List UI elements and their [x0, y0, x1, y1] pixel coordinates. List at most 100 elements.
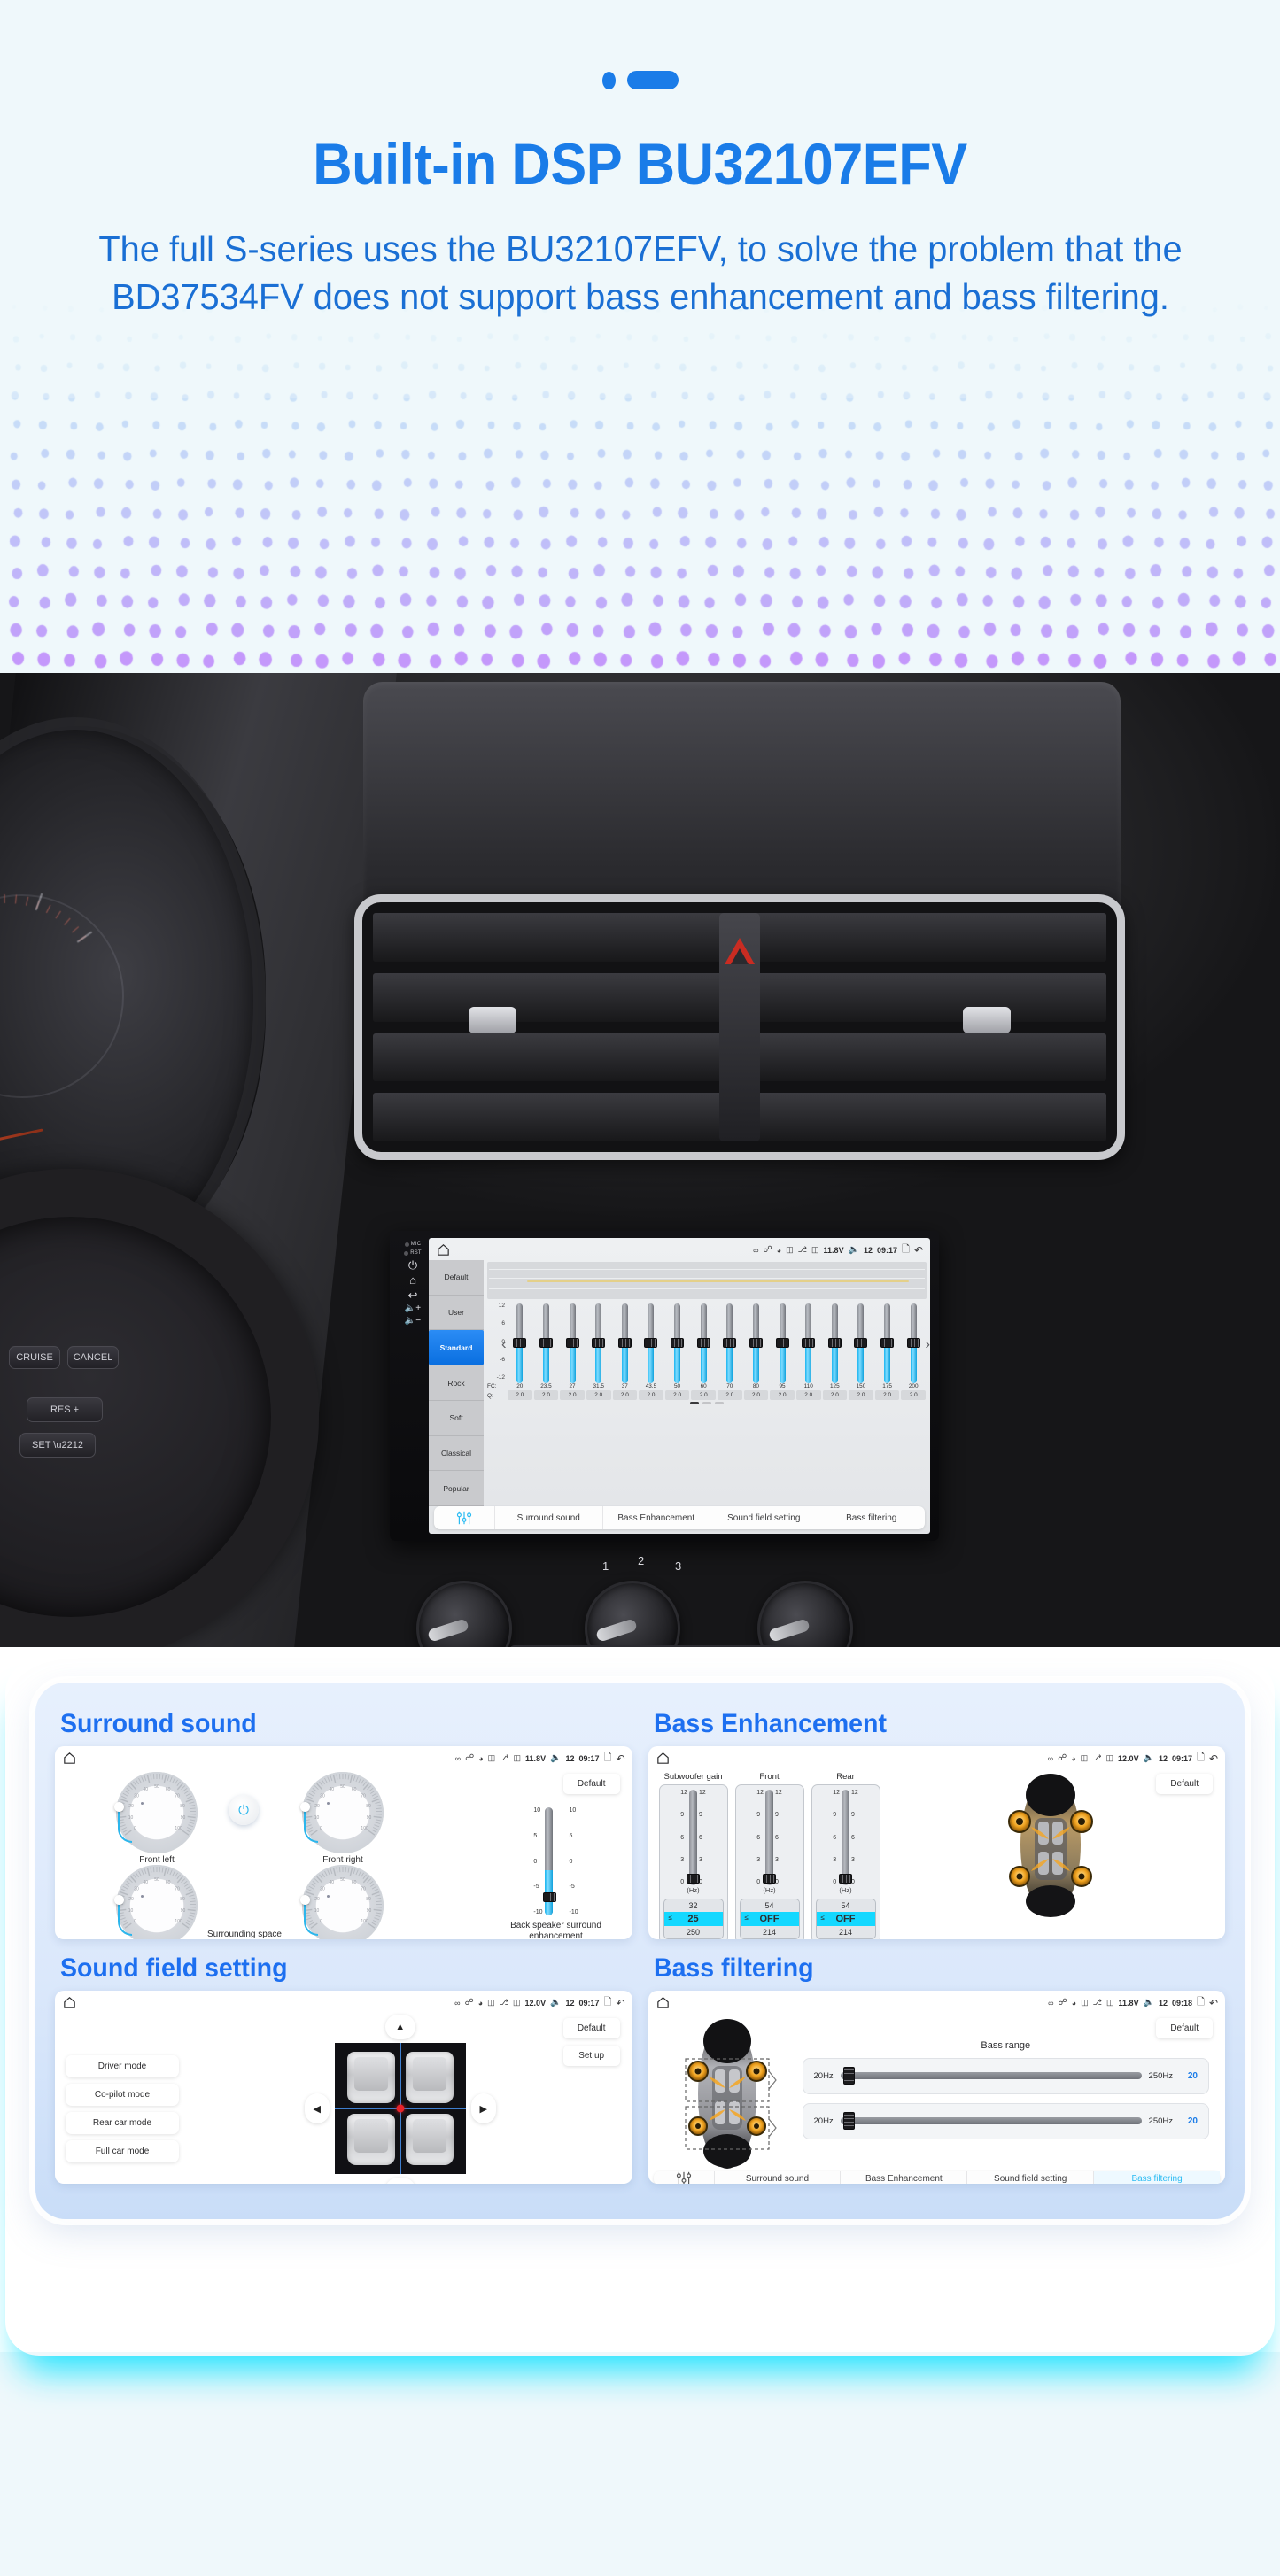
home-icon[interactable]	[62, 1751, 77, 1766]
eq-preset-rock[interactable]: Rock	[429, 1365, 484, 1401]
eq-band-37[interactable]	[612, 1303, 639, 1383]
mode-button-3[interactable]: Full car mode	[66, 2139, 179, 2162]
recent-apps-icon[interactable]: 🗋	[902, 1242, 910, 1258]
eq-slider-thumb[interactable]	[671, 1337, 685, 1348]
equalizer-sliders[interactable]: 12 6 0 -6 -12 ‹ ›	[487, 1302, 930, 1383]
value-lower[interactable]: 214	[817, 1926, 875, 1938]
back-icon[interactable]: ↶	[616, 1997, 624, 2009]
eq-slider[interactable]	[565, 1303, 579, 1383]
value-lower[interactable]: 250	[664, 1926, 723, 1938]
eq-band-43.5[interactable]	[638, 1303, 664, 1383]
equalizer-icon[interactable]	[654, 2171, 714, 2184]
eq-preset-classical[interactable]: Classical	[429, 1436, 484, 1472]
slider-track[interactable]	[687, 1790, 700, 1885]
front-bass-range-slider[interactable]: 20Hz 250Hz 20	[802, 2057, 1209, 2094]
eq-band-60[interactable]	[690, 1303, 717, 1383]
rear-values[interactable]: 54 ≤ OFF 214	[815, 1899, 876, 1939]
meter-thumb[interactable]	[542, 1891, 556, 1902]
ac-mode-knob[interactable]	[757, 1581, 853, 1647]
back-button[interactable]: ↩	[408, 1289, 418, 1301]
eq-slider[interactable]	[513, 1303, 527, 1383]
rear-bass-range-slider[interactable]: 20Hz 250Hz 20	[802, 2102, 1209, 2139]
eq-prev-page-arrow[interactable]: ‹	[501, 1335, 507, 1353]
eq-preset-user[interactable]: User	[429, 1296, 484, 1331]
eq-slider-thumb[interactable]	[723, 1337, 737, 1348]
eq-q-value[interactable]: 2.0	[508, 1390, 532, 1400]
value-selected[interactable]: ≤25	[663, 1912, 723, 1926]
slider-thumb[interactable]	[843, 2112, 856, 2130]
back-left-knob[interactable]: 0 10 20 30 40 50 60 70 80 90 100	[114, 1865, 198, 1939]
eq-preset-standard[interactable]: Standard	[429, 1330, 484, 1366]
default-button[interactable]: Default	[1156, 1774, 1213, 1794]
tab-bass-enhancement[interactable]: Bass Enhancement	[840, 2171, 966, 2184]
eq-q-value[interactable]: 2.0	[664, 1390, 690, 1400]
slider-thumb[interactable]	[843, 2067, 856, 2085]
pad-right-arrow[interactable]: ▶	[470, 2093, 496, 2123]
eq-q-value[interactable]: 2.0	[639, 1390, 663, 1400]
page-indicator[interactable]	[487, 1402, 927, 1404]
eq-band-31.5[interactable]	[586, 1303, 612, 1383]
eq-slider-thumb[interactable]	[854, 1337, 868, 1348]
front-left-knob[interactable]: 0 10 20 30 40 50 60 70 80 90 100	[114, 1772, 198, 1853]
default-button[interactable]: Default	[1156, 2018, 1213, 2038]
eq-slider-thumb[interactable]	[565, 1337, 579, 1348]
volume-down-button[interactable]: 🔈−	[405, 1317, 421, 1326]
eq-q-value[interactable]: 2.0	[586, 1390, 611, 1400]
eq-band-50[interactable]	[664, 1303, 691, 1383]
eq-slider-thumb[interactable]	[880, 1337, 895, 1348]
eq-slider[interactable]	[802, 1303, 816, 1383]
eq-band-95[interactable]	[769, 1303, 795, 1383]
tab-bass-filtering[interactable]: Bass filtering	[817, 1506, 926, 1529]
recent-apps-icon[interactable]: 🗋	[604, 1750, 612, 1767]
eq-slider[interactable]	[723, 1303, 737, 1383]
front-values[interactable]: 54 ≤ OFF 214	[739, 1899, 800, 1939]
eq-slider-thumb[interactable]	[644, 1337, 658, 1348]
tab-bass-enhancement[interactable]: Bass Enhancement	[601, 1506, 710, 1529]
rear-slider[interactable]: 12 9 6 3 0 12 9 6 3 0	[816, 1790, 876, 1885]
home-icon[interactable]	[656, 1751, 671, 1766]
eq-q-value[interactable]: 2.0	[901, 1390, 926, 1400]
back-icon[interactable]: ↶	[914, 1244, 923, 1257]
eq-q-value[interactable]: 2.0	[770, 1390, 795, 1400]
eq-q-value[interactable]: 2.0	[795, 1390, 821, 1400]
eq-preset-default[interactable]: Default	[429, 1260, 484, 1296]
pad-up-arrow[interactable]: ▲	[384, 2015, 415, 2039]
eq-slider[interactable]	[880, 1303, 895, 1383]
sound-field-position-pad[interactable]	[334, 2043, 466, 2174]
mode-button-0[interactable]: Driver mode	[66, 2054, 179, 2077]
eq-band-70[interactable]	[717, 1303, 743, 1383]
equalizer-icon[interactable]	[434, 1511, 494, 1525]
back-icon[interactable]: ↶	[616, 1752, 624, 1765]
setup-button[interactable]: Set up	[562, 2046, 620, 2066]
eq-q-value[interactable]: 2.0	[849, 1390, 873, 1400]
value-lower[interactable]: 214	[741, 1926, 799, 1938]
back-right-knob[interactable]: 0 10 20 30 40 50 60 70 80 90 100	[300, 1865, 384, 1939]
home-icon[interactable]	[436, 1242, 451, 1257]
eq-slider[interactable]	[644, 1303, 658, 1383]
recent-apps-icon[interactable]: 🗋	[604, 1994, 612, 2011]
vent-knob-left[interactable]	[469, 1007, 516, 1033]
eq-next-page-arrow[interactable]: ›	[925, 1335, 930, 1353]
eq-band-20[interactable]	[507, 1303, 533, 1383]
default-button[interactable]: Default	[562, 1774, 620, 1794]
eq-preset-soft[interactable]: Soft	[429, 1401, 484, 1436]
eq-q-value[interactable]: 2.0	[560, 1390, 585, 1400]
eq-q-value[interactable]: 2.0	[822, 1390, 848, 1400]
recent-apps-icon[interactable]: 🗋	[1197, 1750, 1205, 1767]
slider-track[interactable]	[840, 2067, 1142, 2085]
eq-slider[interactable]	[749, 1303, 763, 1383]
eq-band-200[interactable]	[900, 1303, 927, 1383]
slider-track[interactable]	[763, 1790, 776, 1885]
eq-slider-thumb[interactable]	[802, 1337, 816, 1348]
eq-q-value[interactable]: 2.0	[874, 1390, 900, 1400]
eq-slider-thumb[interactable]	[539, 1337, 553, 1348]
back-icon[interactable]: ↶	[1209, 1752, 1218, 1765]
recent-apps-icon[interactable]: 🗋	[1197, 1994, 1205, 2011]
back-speaker-enhancement-slider[interactable]: 10 5 0 -5 -10 10 5 0 -5 -10 Back speaker surroun…	[494, 1807, 618, 1939]
eq-slider-thumb[interactable]	[513, 1337, 527, 1348]
vent-knob-right[interactable]	[963, 1007, 1011, 1033]
value-selected[interactable]: ≤ OFF	[740, 1912, 799, 1926]
power-button[interactable]: ⏻	[408, 1259, 417, 1271]
eq-q-value[interactable]: 2.0	[743, 1390, 769, 1400]
value-upper[interactable]: 54	[741, 1899, 799, 1912]
